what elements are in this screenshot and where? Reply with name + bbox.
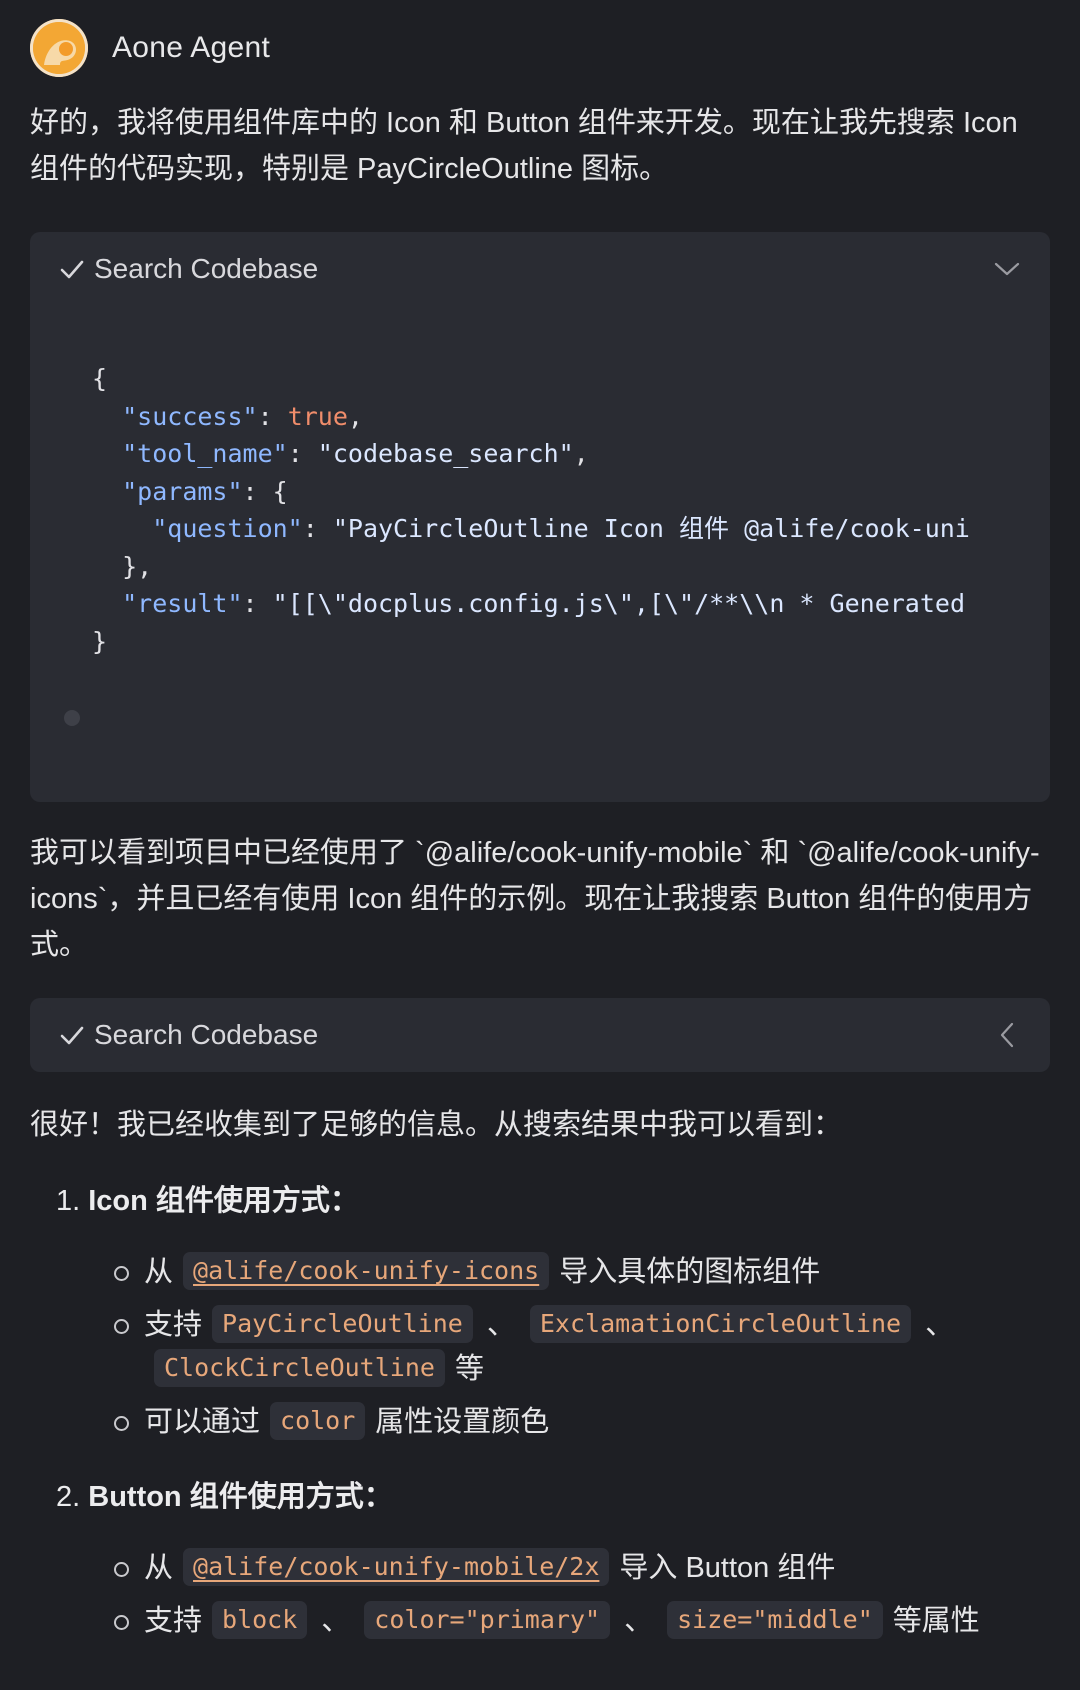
agent-header: Aone Agent xyxy=(30,0,1050,96)
tool-result-json: { "success": true, "tool_name": "codebas… xyxy=(92,364,970,656)
list-item: 从 @alife/cook-unify-icons 导入具体的图标组件 xyxy=(114,1250,1050,1294)
tool-call-card-collapsed: Search Codebase xyxy=(30,998,1050,1072)
tool-call-title: Search Codebase xyxy=(94,253,319,284)
agent-avatar xyxy=(30,19,88,77)
assistant-message-intro: 好的，我将使用组件库中的 Icon 和 Button 组件来开发。现在让我先搜索… xyxy=(30,107,1018,185)
chevron-down-icon[interactable] xyxy=(992,254,1022,284)
list-item: 支持 PayCircleOutline、 ExclamationCircleOutl… xyxy=(114,1303,1050,1391)
list-item: 支持 block、 color="primary"、 size="middle" 等属性 xyxy=(114,1599,1050,1643)
agent-name: Aone Agent xyxy=(112,31,271,64)
inline-code: PayCircleOutline xyxy=(212,1305,473,1344)
inline-code: color="primary" xyxy=(364,1601,611,1640)
inline-code: size="middle" xyxy=(667,1601,883,1640)
chat-panel: Aone Agent 好的，我将使用组件库中的 Icon 和 Button 组件… xyxy=(0,0,1080,1690)
inline-code: color xyxy=(270,1402,366,1441)
loading-dot xyxy=(64,710,80,726)
agent-logo-icon xyxy=(33,22,85,74)
inline-code-link[interactable]: @alife/cook-unify-mobile/2x xyxy=(183,1548,610,1587)
tool-call-header[interactable]: Search Codebase xyxy=(30,998,1050,1072)
inline-code: block xyxy=(212,1601,308,1640)
assistant-message-2: 我可以看到项目中已经使用了 `@alife/cook-unify-mobile`… xyxy=(30,837,1040,961)
inline-code-link[interactable]: @alife/cook-unify-icons xyxy=(183,1252,550,1291)
section-heading-button: 2. Button 组件使用方式： xyxy=(56,1481,393,1513)
tool-call-header[interactable]: Search Codebase xyxy=(30,232,1050,306)
check-icon xyxy=(60,260,84,279)
icon-usage-list: 从 @alife/cook-unify-icons 导入具体的图标组件 支持 PayC… xyxy=(114,1250,1050,1444)
section-heading-icon: 1. Icon 组件使用方式： xyxy=(56,1185,359,1217)
list-item: 可以通过 color 属性设置颜色 xyxy=(114,1400,1050,1444)
tool-call-title: Search Codebase xyxy=(94,1019,319,1050)
inline-code: ClockCircleOutline xyxy=(154,1349,445,1388)
tool-call-card-expanded: Search Codebase { "success": true, "tool… xyxy=(30,232,1050,802)
inline-code: ExclamationCircleOutline xyxy=(529,1305,912,1344)
check-icon xyxy=(60,1026,84,1045)
list-item: 从 @alife/cook-unify-mobile/2x 导入 Button 组件 xyxy=(114,1546,1050,1590)
assistant-message-3: 很好！我已经收集到了足够的信息。从搜索结果中我可以看到： xyxy=(30,1109,843,1141)
chevron-left-icon[interactable] xyxy=(992,1020,1022,1050)
button-usage-list: 从 @alife/cook-unify-mobile/2x 导入 Button 组件… xyxy=(114,1546,1050,1643)
